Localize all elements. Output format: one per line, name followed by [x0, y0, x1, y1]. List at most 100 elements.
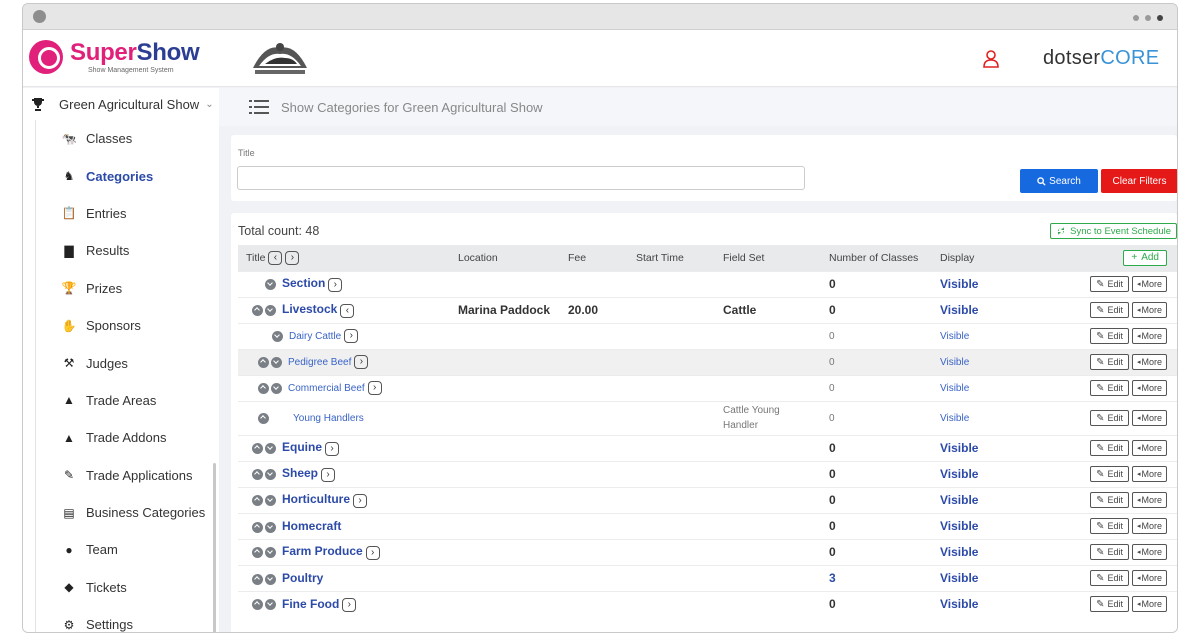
edit-button[interactable]: ✎ Edit: [1090, 518, 1129, 534]
category-title-link[interactable]: Commercial Beef: [288, 383, 365, 394]
more-button[interactable]: ◂ More: [1131, 276, 1167, 292]
category-title-link[interactable]: Livestock: [282, 302, 337, 316]
move-down-icon[interactable]: [265, 573, 276, 585]
edit-button[interactable]: ✎ Edit: [1090, 596, 1129, 613]
sidebar-item-trade-addons[interactable]: ▲ Trade Addons: [36, 419, 219, 456]
move-down-icon[interactable]: [265, 547, 276, 559]
edit-button[interactable]: ✎ Edit: [1090, 466, 1129, 482]
edit-button[interactable]: ✎ Edit: [1090, 302, 1129, 318]
move-down-icon[interactable]: [265, 521, 276, 533]
more-button[interactable]: ◂ More: [1131, 596, 1167, 613]
display-status[interactable]: Visible: [940, 331, 969, 342]
sidebar-item-team[interactable]: ● Team: [36, 531, 219, 568]
move-up-icon[interactable]: [252, 573, 263, 585]
move-up-icon[interactable]: [252, 495, 263, 507]
supershow-logo[interactable]: SuperShow Show Management System: [29, 40, 200, 74]
add-category-button[interactable]: + Add: [1123, 249, 1167, 266]
expand-icon[interactable]: ›: [353, 493, 368, 508]
more-button[interactable]: ◂ More: [1131, 328, 1167, 344]
more-button[interactable]: ◂ More: [1131, 354, 1167, 370]
category-title-link[interactable]: Farm Produce: [282, 544, 363, 558]
move-up-icon[interactable]: [252, 547, 263, 559]
move-down-icon[interactable]: [265, 305, 276, 317]
dotsercore-logo[interactable]: dotserCORE: [1043, 47, 1159, 70]
expand-icon[interactable]: ›: [342, 597, 357, 612]
sidebar-item-classes[interactable]: 🐄 Classes: [36, 120, 219, 157]
move-up-icon[interactable]: [252, 521, 263, 533]
sidebar-item-categories[interactable]: ♞ Categories: [36, 157, 219, 194]
move-up-icon[interactable]: [252, 305, 263, 317]
sidebar-item-settings[interactable]: ⚙ Settings: [36, 606, 219, 632]
category-title-link[interactable]: Equine: [282, 440, 322, 454]
sync-event-schedule-button[interactable]: Sync to Event Schedule: [1050, 223, 1177, 239]
more-button[interactable]: ◂ More: [1131, 466, 1167, 482]
more-button[interactable]: ◂ More: [1131, 518, 1167, 534]
classes-count[interactable]: 3: [829, 571, 836, 585]
window-menu-icon[interactable]: [1133, 15, 1163, 21]
display-status[interactable]: Visible: [940, 597, 978, 611]
display-status[interactable]: Visible: [940, 571, 978, 585]
edit-button[interactable]: ✎ Edit: [1090, 440, 1129, 456]
edit-button[interactable]: ✎ Edit: [1090, 380, 1129, 396]
scroll-left-icon[interactable]: ‹: [268, 250, 283, 265]
edit-button[interactable]: ✎ Edit: [1090, 354, 1129, 370]
display-status[interactable]: Visible: [940, 545, 978, 559]
edit-button[interactable]: ✎ Edit: [1090, 570, 1129, 586]
category-title-link[interactable]: Poultry: [282, 571, 323, 585]
display-status[interactable]: Visible: [940, 303, 978, 317]
display-status[interactable]: Visible: [940, 467, 978, 481]
display-status[interactable]: Visible: [940, 357, 969, 368]
display-status[interactable]: Visible: [940, 277, 978, 291]
expand-icon[interactable]: ›: [321, 467, 336, 482]
display-status[interactable]: Visible: [940, 441, 978, 455]
move-down-icon[interactable]: [265, 599, 276, 611]
collapse-icon[interactable]: ‹: [340, 303, 355, 318]
sidebar-item-trade-areas[interactable]: ▲ Trade Areas: [36, 382, 219, 419]
move-down-icon[interactable]: [265, 443, 276, 455]
clear-filters-button[interactable]: Clear Filters: [1101, 169, 1177, 193]
more-button[interactable]: ◂ More: [1131, 380, 1167, 396]
scroll-right-icon[interactable]: ›: [285, 250, 300, 265]
move-up-icon[interactable]: [252, 469, 263, 481]
sidebar-item-tickets[interactable]: ◆ Tickets: [36, 569, 219, 606]
sidebar-scrollbar[interactable]: [213, 463, 216, 632]
move-up-icon[interactable]: [258, 356, 269, 368]
display-status[interactable]: Visible: [940, 493, 978, 507]
sidebar-item-sponsors[interactable]: ✋ Sponsors: [36, 307, 219, 344]
window-control-icon[interactable]: [33, 10, 46, 23]
category-title-link[interactable]: Pedigree Beef: [288, 357, 351, 368]
sidebar-item-results[interactable]: ▇ Results: [36, 232, 219, 269]
category-title-link[interactable]: Section: [282, 276, 325, 290]
move-down-icon[interactable]: [265, 495, 276, 507]
category-title-link[interactable]: Young Handlers: [293, 413, 364, 424]
category-title-link[interactable]: Fine Food: [282, 597, 339, 611]
display-status[interactable]: Visible: [940, 519, 978, 533]
expand-icon[interactable]: ›: [365, 545, 380, 560]
display-status[interactable]: Visible: [940, 383, 969, 394]
sidebar-item-prizes[interactable]: 🏆 Prizes: [36, 270, 219, 307]
move-up-icon[interactable]: [252, 443, 263, 455]
display-status[interactable]: Visible: [940, 413, 969, 424]
move-down-icon[interactable]: [265, 469, 276, 481]
category-title-link[interactable]: Dairy Cattle: [289, 331, 341, 342]
sidebar-item-trade-applications[interactable]: ✎ Trade Applications: [36, 457, 219, 494]
more-button[interactable]: ◂ More: [1131, 410, 1167, 426]
sidebar-item-judges[interactable]: ⚒ Judges: [36, 344, 219, 381]
more-button[interactable]: ◂ More: [1131, 570, 1167, 586]
more-button[interactable]: ◂ More: [1131, 492, 1167, 508]
move-down-icon[interactable]: [271, 382, 282, 394]
more-button[interactable]: ◂ More: [1131, 302, 1167, 318]
move-down-icon[interactable]: [271, 356, 282, 368]
move-up-icon[interactable]: [252, 599, 263, 611]
edit-button[interactable]: ✎ Edit: [1090, 492, 1129, 508]
move-up-icon[interactable]: [258, 412, 269, 424]
move-down-icon[interactable]: [265, 279, 276, 291]
user-icon[interactable]: [983, 50, 999, 68]
edit-button[interactable]: ✎ Edit: [1090, 328, 1129, 344]
expand-icon[interactable]: ›: [325, 441, 340, 456]
more-button[interactable]: ◂ More: [1131, 440, 1167, 456]
search-button[interactable]: Search: [1020, 169, 1098, 193]
category-title-link[interactable]: Homecraft: [282, 519, 341, 533]
category-title-link[interactable]: Sheep: [282, 466, 318, 480]
expand-icon[interactable]: ›: [328, 277, 343, 292]
